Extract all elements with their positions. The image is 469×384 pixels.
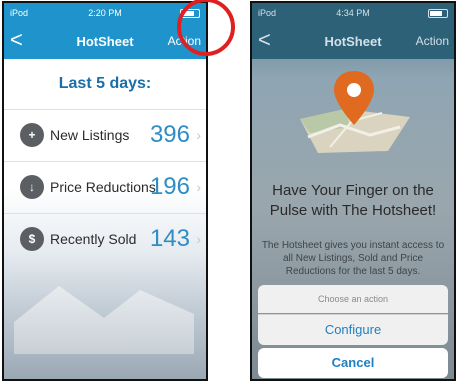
action-button[interactable]: Action [416,34,449,48]
map-pin-icon [290,67,420,157]
row-recently-sold[interactable]: $ Recently Sold 143 › [4,213,206,264]
row-count: 396 [149,121,190,148]
home-plus-icon: + [20,123,44,147]
period-title: Last 5 days: [58,75,152,92]
hotsheet-screen: iPod 2:20 PM < HotSheet Action Last 5 da… [2,1,208,381]
nav-bar: < HotSheet Action [4,23,206,59]
cancel-button[interactable]: Cancel [258,348,448,378]
status-time: 2:20 PM [88,8,122,18]
home-dollar-icon: $ [20,227,44,251]
back-button[interactable]: < [258,29,271,51]
status-bar: iPod 2:20 PM [4,3,206,23]
nav-title: HotSheet [76,33,134,49]
status-time: 4:34 PM [336,8,370,18]
configure-button[interactable]: Configure [258,314,448,345]
promo-body: The Hotsheet gives you instant access to… [261,240,445,277]
action-sheet-screen: iPod 4:34 PM < HotSheet Action Have Your… [250,1,456,381]
battery-icon [428,8,448,18]
nav-bar: < HotSheet Action [252,23,454,59]
chevron-right-icon: › [196,231,201,247]
row-label: Recently Sold [50,231,137,247]
chevron-right-icon: › [196,127,201,143]
down-arrow-icon: ↓ [20,175,44,199]
status-bar: iPod 4:34 PM [252,3,454,23]
house-background [14,286,194,354]
row-price-reductions[interactable]: ↓ Price Reductions 196 › [4,161,206,212]
row-count: 143 [149,225,190,252]
chevron-right-icon: › [196,179,201,195]
promo-title: Have Your Finger on the Pulse with The H… [269,182,437,219]
action-sheet-title: Choose an action [258,285,448,313]
row-count: 196 [149,173,190,200]
hotsheet-content: Last 5 days: + New Listings 396 › ↓ Pric… [4,59,206,379]
action-callout-circle [177,0,235,56]
back-button[interactable]: < [10,29,23,51]
row-new-listings[interactable]: + New Listings 396 › [4,109,206,160]
nav-title: HotSheet [324,33,382,49]
row-label: New Listings [50,127,130,143]
row-label: Price Reductions [50,179,156,195]
